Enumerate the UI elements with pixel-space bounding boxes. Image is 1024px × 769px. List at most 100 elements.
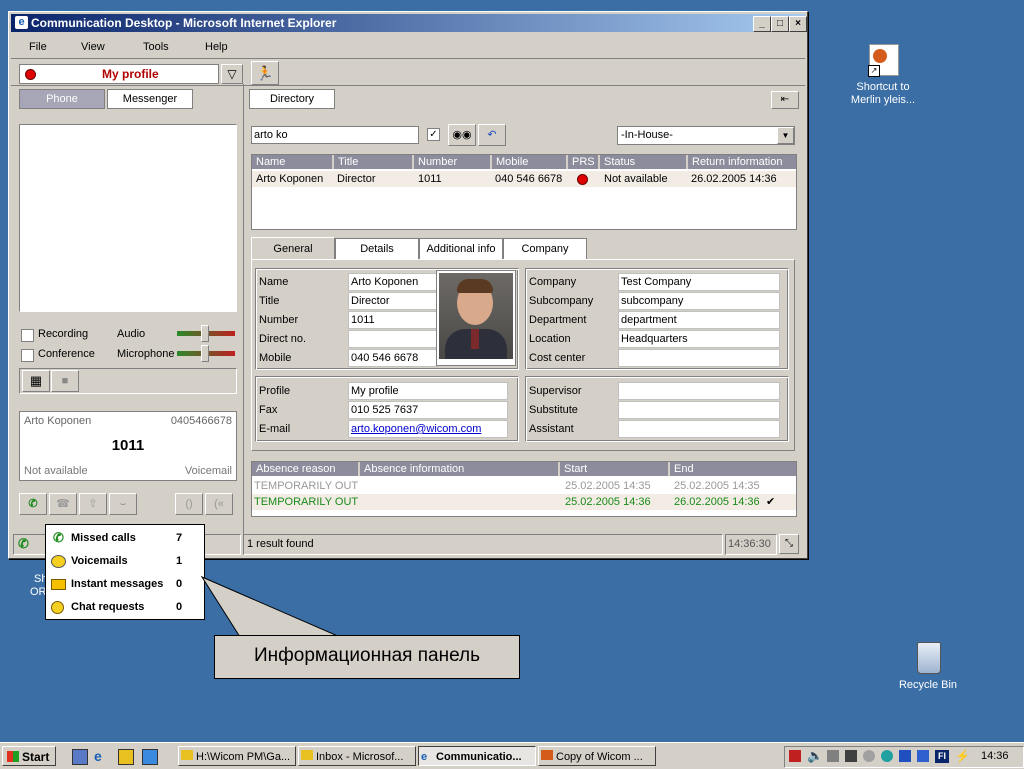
col-absence-info[interactable]: Absence information <box>360 462 560 476</box>
desktop-shortcut[interactable]: ↗ Shortcut to Merlin yleis... <box>845 44 921 108</box>
resize-button[interactable]: ⤡ <box>779 534 799 554</box>
tab-company[interactable]: Company <box>503 238 587 260</box>
conference-button[interactable]: () <box>175 493 203 515</box>
conference-label: Conference <box>38 348 95 360</box>
col-absence-end[interactable]: End <box>670 462 796 476</box>
hold-button[interactable]: ⌣ <box>109 493 137 515</box>
search-button[interactable]: ◉◉ <box>448 124 476 146</box>
tray-icon-6[interactable] <box>881 750 893 762</box>
location-select-value: -In-House- <box>621 129 673 141</box>
tray-icon-8[interactable] <box>917 750 929 762</box>
tray-icon-1[interactable] <box>789 750 801 762</box>
forward-icon: (« <box>214 498 224 510</box>
tab-phone-label: Phone <box>46 93 78 105</box>
ie-window: e Communication Desktop - Microsoft Inter… <box>8 11 808 559</box>
recycle-bin-label: Recycle Bin <box>898 679 958 691</box>
task-inbox[interactable]: Inbox - Microsof... <box>298 746 416 766</box>
tray-icon-5[interactable] <box>863 750 875 762</box>
audio-slider-thumb[interactable] <box>201 325 209 342</box>
microphone-slider-thumb[interactable] <box>201 345 209 362</box>
task-label: Inbox - Microsof... <box>316 751 404 763</box>
voicemail-label[interactable]: Voicemail <box>185 465 232 477</box>
col-prs[interactable]: PRS <box>568 155 600 169</box>
popup-item-chat-requests[interactable]: Chat requests 0 <box>46 598 204 618</box>
location-select[interactable]: -In-House- ▼ <box>617 126 795 145</box>
audio-slider[interactable] <box>177 325 235 342</box>
task-label: Copy of Wicom ... <box>556 751 643 763</box>
popup-item-missed-calls[interactable]: ✆ Missed calls 7 <box>46 529 204 549</box>
recycle-bin[interactable]: Recycle Bin <box>893 640 963 696</box>
fax-field: 010 525 7637 <box>348 401 508 419</box>
tab-phone[interactable]: Phone <box>19 89 105 109</box>
chevron-down-icon[interactable]: ▼ <box>777 127 794 144</box>
assistant-field <box>618 420 780 438</box>
media-icon[interactable] <box>142 749 158 765</box>
col-absence-start[interactable]: Start <box>560 462 670 476</box>
search-checkbox[interactable]: ✓ <box>427 128 440 141</box>
company-label-department: Department <box>529 314 587 326</box>
col-absence-reason[interactable]: Absence reason <box>252 462 360 476</box>
col-return[interactable]: Return information <box>688 155 796 169</box>
table-row[interactable]: TEMPORARILY OUT 25.02.2005 14:36 26.02.2… <box>252 494 796 510</box>
reset-button[interactable]: ↶ <box>478 124 506 146</box>
transfer-button[interactable]: ⇧ <box>79 493 107 515</box>
col-number[interactable]: Number <box>414 155 492 169</box>
microphone-slider[interactable] <box>177 345 235 362</box>
tab-messenger[interactable]: Messenger <box>107 89 193 109</box>
outlook-icon[interactable] <box>118 749 134 765</box>
company-label-location: Location <box>529 333 571 345</box>
close-button[interactable]: × <box>789 16 807 32</box>
menu-view[interactable]: View <box>81 41 105 53</box>
maximize-button[interactable]: □ <box>771 16 789 32</box>
dock-button[interactable]: ⇤ <box>771 91 799 109</box>
tray-icon-10[interactable]: ⚡ <box>955 749 970 763</box>
tab-details[interactable]: Details <box>335 238 419 260</box>
away-button[interactable]: 🏃 <box>251 61 279 85</box>
hangup-button[interactable]: ☎ <box>49 493 77 515</box>
answer-button[interactable]: ✆ <box>19 493 47 515</box>
table-row[interactable]: TEMPORARILY OUT 25.02.2005 14:35 25.02.2… <box>252 478 796 494</box>
windows-logo-icon <box>7 751 19 762</box>
popup-item-voicemails[interactable]: Voicemails 1 <box>46 552 204 572</box>
tray-icon-3[interactable] <box>827 750 839 762</box>
profile-dropdown-button[interactable]: ▽ <box>221 64 243 84</box>
ie-icon[interactable]: e <box>94 748 110 764</box>
forward-button[interactable]: (« <box>205 493 233 515</box>
language-icon[interactable]: FI <box>935 750 949 763</box>
search-input[interactable]: arto ko <box>251 126 419 144</box>
envelope-icon <box>51 579 66 590</box>
start-button[interactable]: Start <box>2 746 56 766</box>
task-powerpoint[interactable]: Copy of Wicom ... <box>538 746 656 766</box>
show-desktop-icon[interactable] <box>72 749 88 765</box>
menu-file[interactable]: File <box>29 41 47 53</box>
task-explorer[interactable]: H:\Wicom PM\Ga... <box>178 746 296 766</box>
col-name[interactable]: Name <box>252 155 334 169</box>
profile-selector[interactable]: My profile <box>19 64 219 84</box>
tab-directory-label: Directory <box>269 93 314 105</box>
video-button[interactable]: ■ <box>51 370 79 392</box>
volume-icon[interactable]: 🔈 <box>807 748 823 764</box>
dialpad-button[interactable]: ▦ <box>22 370 50 392</box>
menu-tools[interactable]: Tools <box>143 41 169 53</box>
menu-help[interactable]: Help <box>205 41 228 53</box>
tab-directory[interactable]: Directory <box>249 89 335 109</box>
ie-icon: e <box>15 16 28 29</box>
tab-general[interactable]: General <box>251 237 335 260</box>
col-mobile[interactable]: Mobile <box>492 155 568 169</box>
table-row[interactable]: Arto Koponen Director 1011 040 546 6678 … <box>252 171 796 187</box>
network-icon[interactable] <box>845 750 857 762</box>
person-photo <box>436 270 516 366</box>
popup-item-instant-messages[interactable]: Instant messages 0 <box>46 575 204 595</box>
col-status[interactable]: Status <box>600 155 688 169</box>
col-title[interactable]: Title <box>334 155 414 169</box>
email-link[interactable]: arto.koponen@wicom.com <box>351 423 481 435</box>
tab-additional-info[interactable]: Additional info <box>419 238 503 260</box>
tray-icon-7[interactable] <box>899 750 911 762</box>
conference-checkbox[interactable] <box>21 349 34 362</box>
minimize-button[interactable]: _ <box>753 16 771 32</box>
task-communication-desktop[interactable]: e Communicatio... <box>418 746 536 766</box>
recording-checkbox[interactable] <box>21 329 34 342</box>
person-direct-field <box>348 330 438 348</box>
phone-icon: ✆ <box>28 498 38 510</box>
undo-icon: ↶ <box>487 129 497 141</box>
